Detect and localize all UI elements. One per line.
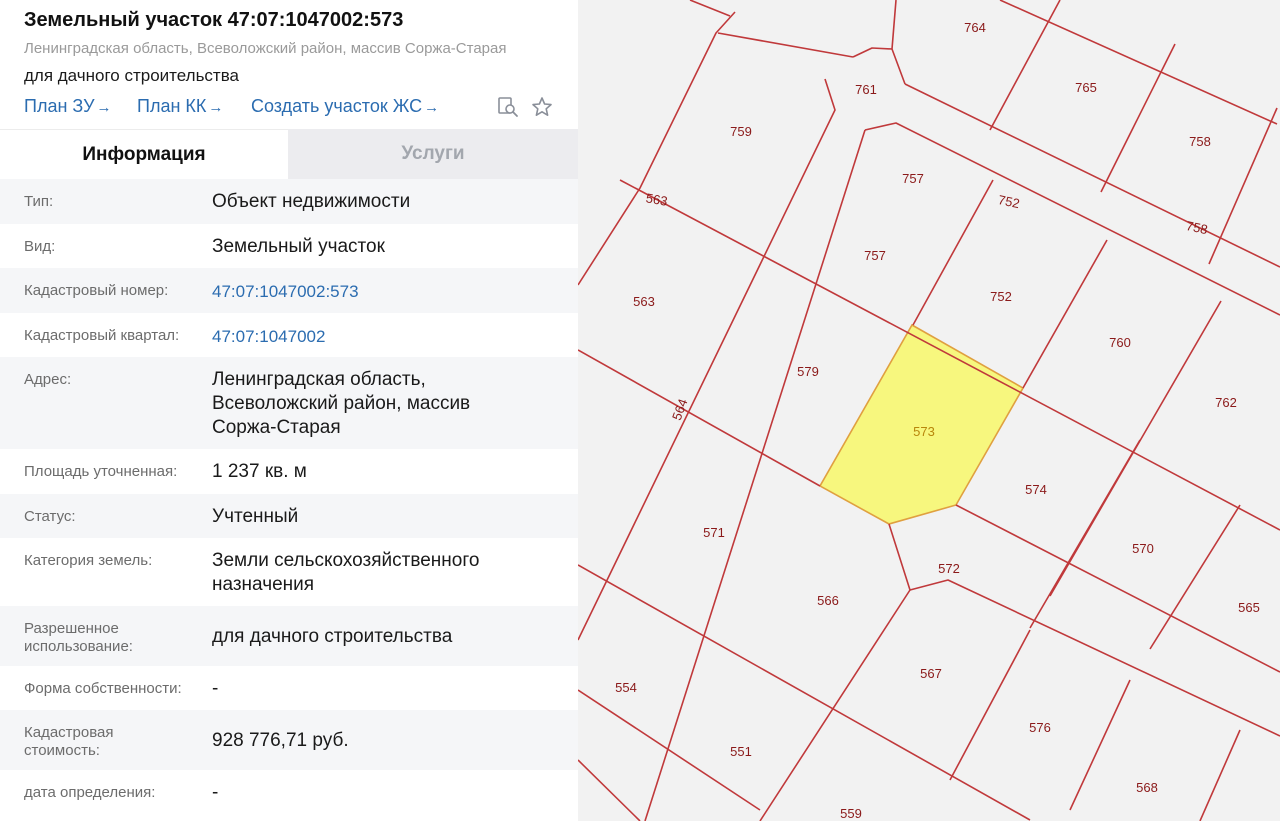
parcel-label-759: 759 bbox=[730, 124, 752, 139]
parcel-label-566: 566 bbox=[817, 593, 839, 608]
create-plot-label: Создать участок ЖС bbox=[251, 96, 423, 116]
arrow-right-icon: → bbox=[96, 99, 112, 116]
create-plot-link[interactable]: Создать участок ЖС → bbox=[251, 96, 439, 117]
parcel-label-551: 551 bbox=[730, 744, 752, 759]
type-label: Тип: bbox=[24, 193, 54, 210]
land-category-value: Земли сельскохозяйственного назначения bbox=[212, 550, 480, 595]
parcel-label-567: 567 bbox=[920, 666, 942, 681]
parcel-label-573: 573 bbox=[913, 424, 935, 439]
info-panel: Земельный участок 47:07:1047002:573 Лени… bbox=[0, 0, 578, 821]
info-table: Тип: Объект недвижимости Вид: Земельный … bbox=[0, 179, 578, 816]
row-cadastral-cost: Кадастровая стоимость: 928 776,71 руб. bbox=[0, 710, 578, 770]
row-land-category: Категория земель: Земли сельскохозяйстве… bbox=[0, 538, 578, 606]
plan-zu-label: План ЗУ bbox=[24, 96, 95, 116]
row-status: Статус: Учтенный bbox=[0, 494, 578, 538]
parcel-label-570: 570 bbox=[1132, 541, 1154, 556]
ownership-label: Форма собственности: bbox=[24, 680, 182, 697]
parcel-label-554: 554 bbox=[615, 680, 637, 695]
links-bar: План ЗУ → План КК → Создать участок ЖС → bbox=[24, 96, 564, 120]
tab-information[interactable]: Информация bbox=[0, 129, 288, 179]
address-value: Ленинградская область, Всеволожский райо… bbox=[212, 369, 471, 438]
ownership-value: - bbox=[212, 678, 219, 699]
parcel-label-757: 757 bbox=[902, 171, 924, 186]
cadastral-cost-value: 928 776,71 руб. bbox=[212, 730, 349, 751]
parcel-label-760: 760 bbox=[1109, 335, 1131, 350]
address-subtitle: Ленинградская область, Всеволожский райо… bbox=[24, 40, 507, 57]
search-document-icon[interactable] bbox=[497, 96, 519, 118]
parcel-label-757: 757 bbox=[864, 248, 886, 263]
parcel-label-565: 565 bbox=[1238, 600, 1260, 615]
cadastral-block-link[interactable]: 47:07:1047002 bbox=[212, 325, 562, 349]
cadastral-number-label: Кадастровый номер: bbox=[24, 282, 169, 299]
cadastral-number-link[interactable]: 47:07:1047002:573 bbox=[212, 280, 562, 304]
page-title: Земельный участок 47:07:1047002:573 bbox=[24, 9, 404, 31]
kind-value: Земельный участок bbox=[212, 236, 385, 257]
parcel-label-765: 765 bbox=[1075, 80, 1097, 95]
parcel-label-559: 559 bbox=[840, 806, 862, 821]
parcel-label-574: 574 bbox=[1025, 482, 1047, 497]
tabs: Информация Услуги bbox=[0, 129, 578, 179]
map-canvas[interactable]: 764761 7657597587577527585637577525637605… bbox=[578, 0, 1280, 821]
row-determination-date: дата определения: - bbox=[0, 770, 578, 816]
plan-zu-link[interactable]: План ЗУ → bbox=[24, 96, 112, 117]
row-cadastral-block: Кадастровый квартал: 47:07:1047002 bbox=[0, 313, 578, 357]
row-permitted-use: Разрешенное использование: для дачного с… bbox=[0, 606, 578, 666]
usage-text: для дачного строительства bbox=[24, 66, 240, 85]
area-value: 1 237 кв. м bbox=[212, 461, 307, 482]
determination-date-label: дата определения: bbox=[24, 784, 156, 801]
determination-date-value: - bbox=[212, 782, 219, 803]
land-category-label: Категория земель: bbox=[24, 552, 153, 569]
parcel-label-758: 758 bbox=[1189, 134, 1211, 149]
parcel-label-752: 752 bbox=[990, 289, 1012, 304]
area-label: Площадь уточненная: bbox=[24, 463, 178, 480]
plan-kk-label: План КК bbox=[137, 96, 207, 116]
parcel-label-579: 579 bbox=[797, 364, 819, 379]
address-label: Адрес: bbox=[24, 371, 72, 388]
cadastral-cost-label: Кадастровая стоимость: bbox=[24, 724, 114, 759]
parcel-label-568: 568 bbox=[1136, 780, 1158, 795]
parcel-label-571: 571 bbox=[703, 525, 725, 540]
row-kind: Вид: Земельный участок bbox=[0, 224, 578, 268]
status-label: Статус: bbox=[24, 508, 76, 525]
row-cadastral-number: Кадастровый номер: 47:07:1047002:573 bbox=[0, 268, 578, 313]
cadastral-map[interactable]: 764 761 765 759 758 757 752 758 563 757 752 563 760 5… bbox=[578, 0, 1280, 821]
parcel-label-761: 761 bbox=[855, 82, 877, 97]
plan-kk-link[interactable]: План КК → bbox=[137, 96, 223, 117]
parcel-label-572: 572 bbox=[938, 561, 960, 576]
arrow-right-icon: → bbox=[424, 99, 440, 116]
cadastral-block-label: Кадастровый квартал: bbox=[24, 327, 180, 344]
row-area: Площадь уточненная: 1 237 кв. м bbox=[0, 449, 578, 494]
parcel-label-762: 762 bbox=[1215, 395, 1237, 410]
parcel-label-764: 764 bbox=[964, 20, 986, 35]
permitted-use-label: Разрешенное использование: bbox=[24, 620, 133, 655]
row-type: Тип: Объект недвижимости bbox=[0, 179, 578, 224]
kind-label: Вид: bbox=[24, 238, 56, 255]
type-value: Объект недвижимости bbox=[212, 191, 411, 212]
tab-services[interactable]: Услуги bbox=[288, 129, 578, 179]
star-icon[interactable] bbox=[531, 96, 553, 118]
status-value: Учтенный bbox=[212, 506, 299, 527]
arrow-right-icon: → bbox=[208, 99, 224, 116]
row-address: Адрес: Ленинградская область, Всеволожск… bbox=[0, 357, 578, 449]
parcel-label-563: 563 bbox=[633, 294, 655, 309]
row-ownership: Форма собственности: - bbox=[0, 666, 578, 710]
parcel-label-576: 576 bbox=[1029, 720, 1051, 735]
permitted-use-value: для дачного строительства bbox=[212, 626, 453, 647]
